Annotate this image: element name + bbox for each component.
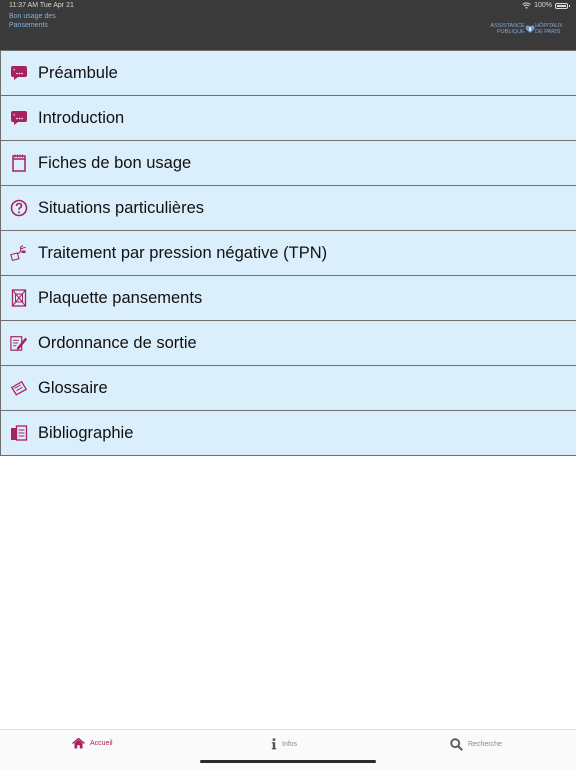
menu-item-bibliographie[interactable]: Bibliographie	[0, 411, 576, 456]
notebook-icon	[10, 154, 28, 172]
menu-item-ordonnance[interactable]: Ordonnance de sortie	[0, 321, 576, 366]
bandage-icon	[10, 289, 28, 307]
prescription-edit-icon	[10, 334, 28, 352]
menu-item-label: Bibliographie	[38, 423, 134, 442]
battery-icon	[555, 2, 570, 9]
tab-recherche[interactable]: Recherche	[450, 738, 502, 751]
home-indicator	[200, 760, 376, 763]
tab-label: Accueil	[90, 740, 113, 747]
logo-right-text: HÔPITAUX DE PARIS	[535, 23, 563, 35]
info-icon	[271, 738, 277, 750]
logo-left-text: ASSISTANCE PUBLIQUE	[490, 23, 525, 35]
menu-item-label: Plaquette pansements	[38, 288, 203, 307]
menu-item-label: Ordonnance de sortie	[38, 333, 197, 352]
menu-item-glossaire[interactable]: Glossaire	[0, 366, 576, 411]
menu-item-label: Fiches de bon usage	[38, 153, 192, 172]
search-icon	[450, 738, 463, 751]
tag-label-icon	[10, 379, 28, 397]
home-icon	[72, 738, 85, 749]
speech-bubble-icon: «	[10, 109, 28, 127]
app-title: Bon usage des Pansements	[9, 13, 56, 29]
battery-percent: 100%	[534, 2, 552, 9]
menu-item-label: Préambule	[38, 63, 118, 82]
main-menu: « Préambule « Introduction Fiches de bon…	[0, 50, 576, 456]
menu-item-plaquette[interactable]: Plaquette pansements	[0, 276, 576, 321]
tab-label: Recherche	[468, 741, 502, 748]
menu-item-tpn[interactable]: Traitement par pression négative (TPN)	[0, 231, 576, 276]
wifi-icon	[522, 2, 531, 9]
menu-item-label: Situations particulières	[38, 198, 204, 217]
books-icon	[10, 424, 28, 442]
menu-item-fiches[interactable]: Fiches de bon usage	[0, 141, 576, 186]
menu-item-situations[interactable]: Situations particulières	[0, 186, 576, 231]
heart-logo-icon	[525, 25, 535, 33]
tab-label: Infos	[282, 740, 298, 748]
tab-infos[interactable]: Infos	[271, 738, 297, 750]
menu-item-label: Glossaire	[38, 378, 108, 397]
pump-device-icon	[10, 244, 28, 262]
status-indicators: 100%	[522, 2, 570, 9]
tab-accueil[interactable]: Accueil	[72, 738, 113, 749]
status-time: 11:37 AM Tue Apr 21	[9, 2, 74, 9]
question-circle-icon	[10, 199, 28, 217]
aphp-logo: ASSISTANCE PUBLIQUE HÔPITAUX DE PARIS	[484, 20, 570, 38]
app-header: 11:37 AM Tue Apr 21 100% Bon usage des P…	[0, 0, 576, 50]
menu-item-preambule[interactable]: « Préambule	[0, 50, 576, 96]
menu-item-label: Introduction	[38, 108, 125, 127]
menu-item-label: Traitement par pression négative (TPN)	[38, 243, 328, 262]
tab-bar: Accueil Infos Recherche	[0, 729, 576, 769]
speech-bubble-icon: «	[10, 64, 28, 82]
menu-item-introduction[interactable]: « Introduction	[0, 96, 576, 141]
